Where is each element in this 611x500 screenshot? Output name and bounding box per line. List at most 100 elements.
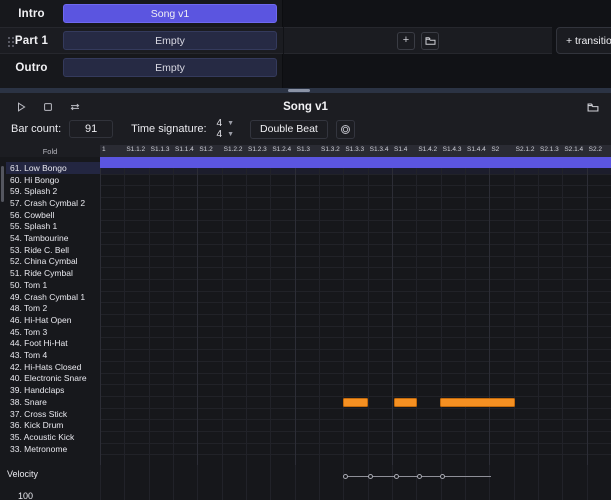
grid-row[interactable] — [100, 362, 611, 374]
scrollbar-thumb[interactable] — [1, 166, 4, 202]
grid-row[interactable] — [100, 280, 611, 292]
metronome-icon[interactable] — [335, 119, 355, 139]
grid-row[interactable] — [100, 186, 611, 199]
splitter-handle[interactable] — [288, 89, 310, 92]
velocity-header: Velocity 100 — [0, 465, 100, 500]
grid-row[interactable] — [100, 233, 611, 245]
track-row[interactable]: 37. Cross Stick — [6, 408, 100, 420]
track-row[interactable]: 49. Crash Cymbal 1 — [6, 291, 100, 303]
loop-icon[interactable] — [65, 98, 85, 116]
grid-row[interactable] — [100, 198, 611, 210]
clip-intro[interactable]: Song v1 — [63, 4, 277, 23]
bar-count-input[interactable]: 91 — [69, 120, 114, 138]
ruler-tick: S1.2 — [199, 146, 213, 153]
grid-line — [124, 168, 126, 465]
add-clip-button[interactable]: + — [397, 31, 415, 50]
grid-row[interactable] — [100, 432, 611, 444]
piano-roll-grid[interactable] — [100, 168, 611, 465]
grid-row[interactable] — [100, 339, 611, 351]
track-row[interactable]: 39. Handclaps — [6, 384, 100, 396]
ruler-tick: S1.3.3 — [345, 146, 365, 153]
velocity-handle[interactable] — [343, 473, 348, 479]
grid-row[interactable] — [100, 245, 611, 257]
velocity-lane[interactable] — [100, 465, 611, 500]
grid-row[interactable] — [100, 456, 611, 466]
grid-row[interactable] — [100, 315, 611, 327]
velocity-handle[interactable] — [368, 473, 373, 479]
time-signature-numerator[interactable]: 4 ▼ — [217, 118, 235, 129]
page-title: Song v1 — [283, 100, 328, 113]
track-row[interactable]: 46. Hi-Hat Open — [6, 314, 100, 326]
stop-icon[interactable] — [38, 98, 58, 116]
grid-line — [513, 168, 515, 465]
track-row[interactable]: 56. Cowbell — [6, 209, 100, 221]
track-row[interactable]: 38. Snare — [6, 396, 100, 408]
track-row[interactable]: 54. Tambourine — [6, 232, 100, 244]
track-row[interactable]: 53. Ride C. Bell — [6, 244, 100, 256]
grid-row[interactable] — [100, 303, 611, 316]
track-row[interactable]: 42. Hi-Hats Closed — [6, 361, 100, 373]
track-row[interactable]: 59. Splash 2 — [6, 185, 100, 197]
velocity-handle[interactable] — [417, 473, 422, 479]
track-row[interactable]: 51. Ride Cymbal — [6, 267, 100, 279]
double-beat-button[interactable]: Double Beat — [250, 119, 328, 139]
track-row[interactable]: 50. Tom 1 — [6, 279, 100, 291]
track-row[interactable]: 57. Crash Cymbal 2 — [6, 197, 100, 209]
arranger-actions: + — [284, 27, 552, 54]
track-row[interactable]: 35. Acoustic Kick — [6, 431, 100, 443]
velocity-grid-line — [538, 465, 539, 500]
track-list-scrollbar[interactable] — [0, 162, 5, 465]
open-folder-icon[interactable] — [421, 31, 439, 50]
velocity-handle[interactable] — [440, 473, 445, 479]
add-transition-button[interactable]: + transition — [556, 27, 611, 54]
clip-part1[interactable]: Empty — [63, 31, 277, 50]
grid-row[interactable] — [100, 409, 611, 421]
track-row[interactable]: 45. Tom 3 — [6, 326, 100, 338]
track-row[interactable]: 48. Tom 2 — [6, 302, 100, 314]
note-block[interactable] — [394, 398, 417, 407]
clip-outro[interactable]: Empty — [63, 58, 277, 77]
grid-row[interactable] — [100, 350, 611, 362]
time-signature-denominator[interactable]: 4 ▼ — [217, 129, 235, 140]
grid-row[interactable] — [100, 292, 611, 304]
grid-line — [440, 168, 442, 465]
velocity-grid-line — [489, 465, 491, 500]
play-icon[interactable] — [11, 98, 31, 116]
track-row[interactable]: 60. Hi Bongo — [6, 174, 100, 186]
arranger-row-outro[interactable]: Outro Empty — [0, 54, 283, 81]
track-row[interactable]: 44. Foot Hi-Hat — [6, 338, 100, 350]
playhead-band[interactable] — [100, 157, 611, 168]
arranger-row-part1[interactable]: Part 1 Empty — [0, 27, 283, 54]
grid-row[interactable] — [100, 268, 611, 280]
track-row[interactable]: 52. China Cymbal — [6, 256, 100, 268]
timeline-ruler[interactable]: 1 S1.1.2 S1.1.3 S1.1.4 S1.2 S1.2.2 S1.2.3 S1.2.… — [100, 145, 611, 157]
drag-handle-icon[interactable] — [8, 37, 14, 47]
grid-row[interactable] — [100, 444, 611, 456]
grid-row[interactable] — [100, 222, 611, 234]
track-row[interactable]: 61. Low Bongo — [6, 162, 100, 174]
grid-row[interactable] — [100, 385, 611, 397]
toolbar-folder-icon[interactable] — [583, 98, 603, 116]
grid-row[interactable] — [100, 168, 611, 175]
track-row[interactable]: 55. Splash 1 — [6, 221, 100, 233]
ruler-tick: S1.4 — [394, 146, 408, 153]
note-block[interactable] — [440, 398, 515, 407]
track-row[interactable]: 33. Metronome — [6, 443, 100, 455]
chevron-down-icon[interactable]: ▼ — [227, 131, 234, 138]
arranger-row-intro[interactable]: Intro Song v1 — [0, 0, 283, 27]
grid-row[interactable] — [100, 257, 611, 269]
grid-line — [416, 168, 418, 465]
track-row[interactable]: 43. Tom 4 — [6, 349, 100, 361]
chevron-down-icon[interactable]: ▼ — [227, 120, 234, 127]
track-row[interactable]: 36. Kick Drum — [6, 419, 100, 431]
grid-row[interactable] — [100, 420, 611, 433]
grid-row[interactable] — [100, 210, 611, 222]
grid-row[interactable] — [100, 374, 611, 386]
track-row[interactable]: 40. Electronic Snare — [6, 373, 100, 385]
fold-button[interactable]: Fold — [0, 145, 100, 157]
velocity-handle[interactable] — [394, 473, 399, 479]
note-block[interactable] — [343, 398, 368, 407]
grid-row[interactable] — [100, 175, 611, 187]
ts-numerator-value: 4 — [216, 118, 223, 129]
grid-row[interactable] — [100, 327, 611, 339]
